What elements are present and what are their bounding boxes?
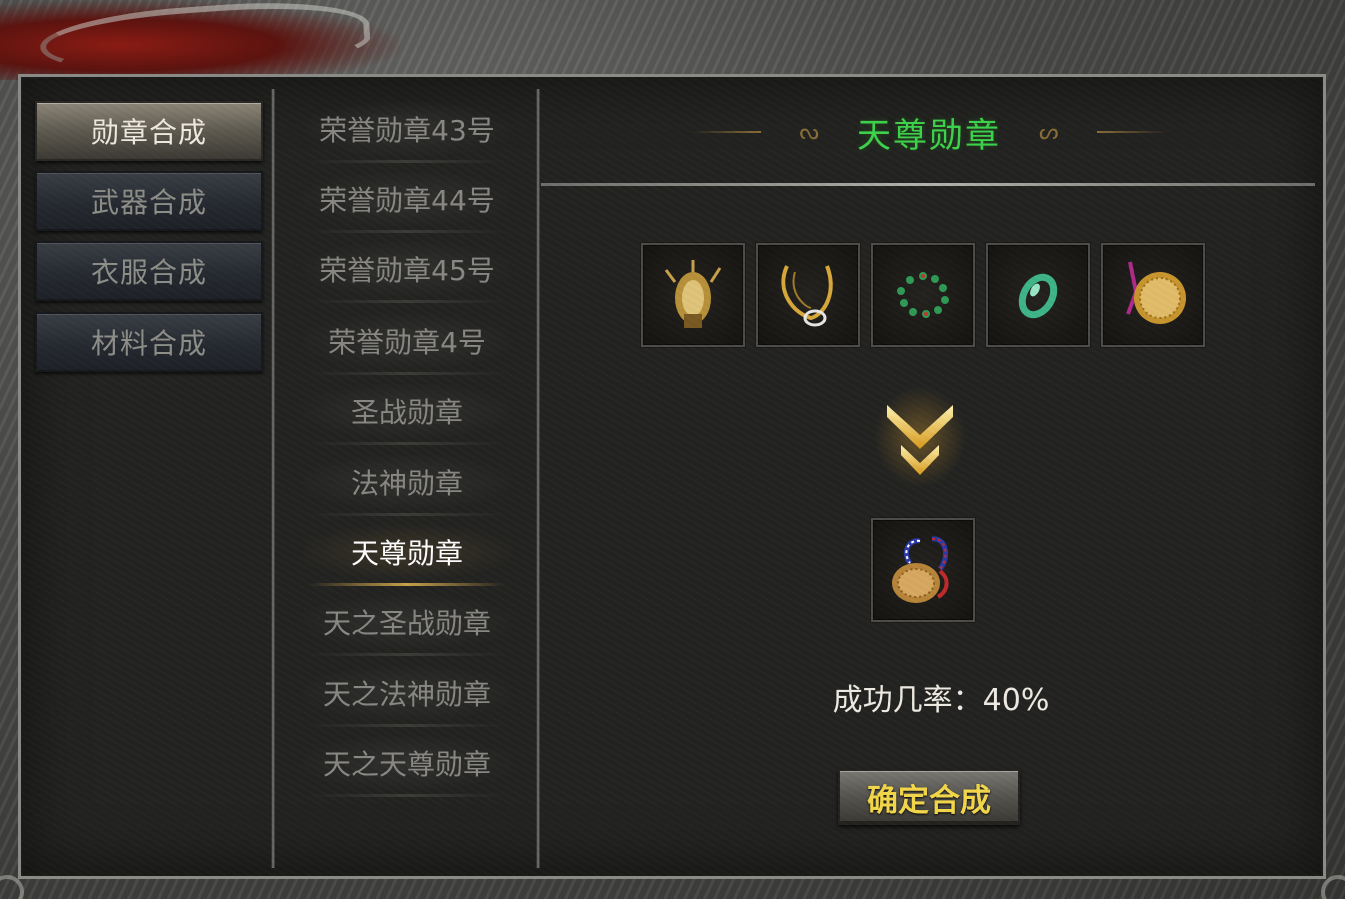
title-divider-right xyxy=(1096,131,1167,133)
column-divider xyxy=(536,89,540,868)
jade-ring-item-icon[interactable] xyxy=(986,243,1090,347)
category-button-medal[interactable]: 勋章合成 xyxy=(35,101,263,161)
medal-list-item[interactable]: 天尊勋章 xyxy=(303,525,511,586)
medal-list-item[interactable]: 荣誉勋章45号 xyxy=(303,242,511,303)
dragon-ornament-icon xyxy=(0,0,400,84)
detail-title: 天尊勋章 xyxy=(857,115,1001,156)
detail-header: ᔓ 天尊勋章 ᔕ xyxy=(543,77,1315,187)
chevron-down-icon xyxy=(874,387,966,487)
medal-list-item[interactable]: 天之法神勋章 xyxy=(303,666,511,727)
column-divider xyxy=(271,89,275,868)
scroll-ornament-icon: ᔓ xyxy=(799,119,819,145)
medal-list-item[interactable]: 天之圣战勋章 xyxy=(303,595,511,656)
gold-medallion-item-icon[interactable] xyxy=(1101,243,1205,347)
medal-list-item[interactable]: 法神勋章 xyxy=(303,455,511,516)
medal-list-item[interactable]: 荣誉勋章4号 xyxy=(303,314,511,375)
gold-armor-item-icon[interactable] xyxy=(641,243,745,347)
category-button-weapon[interactable]: 武器合成 xyxy=(35,171,263,231)
header-separator xyxy=(541,183,1315,186)
gold-necklace-item-icon[interactable] xyxy=(756,243,860,347)
success-rate-text: 成功几率：40% xyxy=(832,683,1050,718)
scroll-ornament-icon: ᔕ xyxy=(1039,119,1059,145)
medal-list-item[interactable]: 荣誉勋章43号 xyxy=(303,102,511,163)
category-button-clothing[interactable]: 衣服合成 xyxy=(35,241,263,301)
jade-bead-bracelet-item-icon[interactable] xyxy=(871,243,975,347)
title-divider-left xyxy=(691,131,762,133)
medal-result-item-icon[interactable] xyxy=(871,518,975,622)
synthesis-panel: 勋章合成 武器合成 衣服合成 材料合成 荣誉勋章43号 荣誉勋章44号 荣誉勋章… xyxy=(18,74,1326,879)
medal-list-item[interactable]: 圣战勋章 xyxy=(303,384,511,445)
confirm-synthesis-button[interactable]: 确定合成 xyxy=(838,769,1020,825)
category-button-material[interactable]: 材料合成 xyxy=(35,312,263,372)
medal-list-item[interactable]: 荣誉勋章44号 xyxy=(303,172,511,233)
medal-list-item[interactable]: 天之天尊勋章 xyxy=(303,736,511,797)
